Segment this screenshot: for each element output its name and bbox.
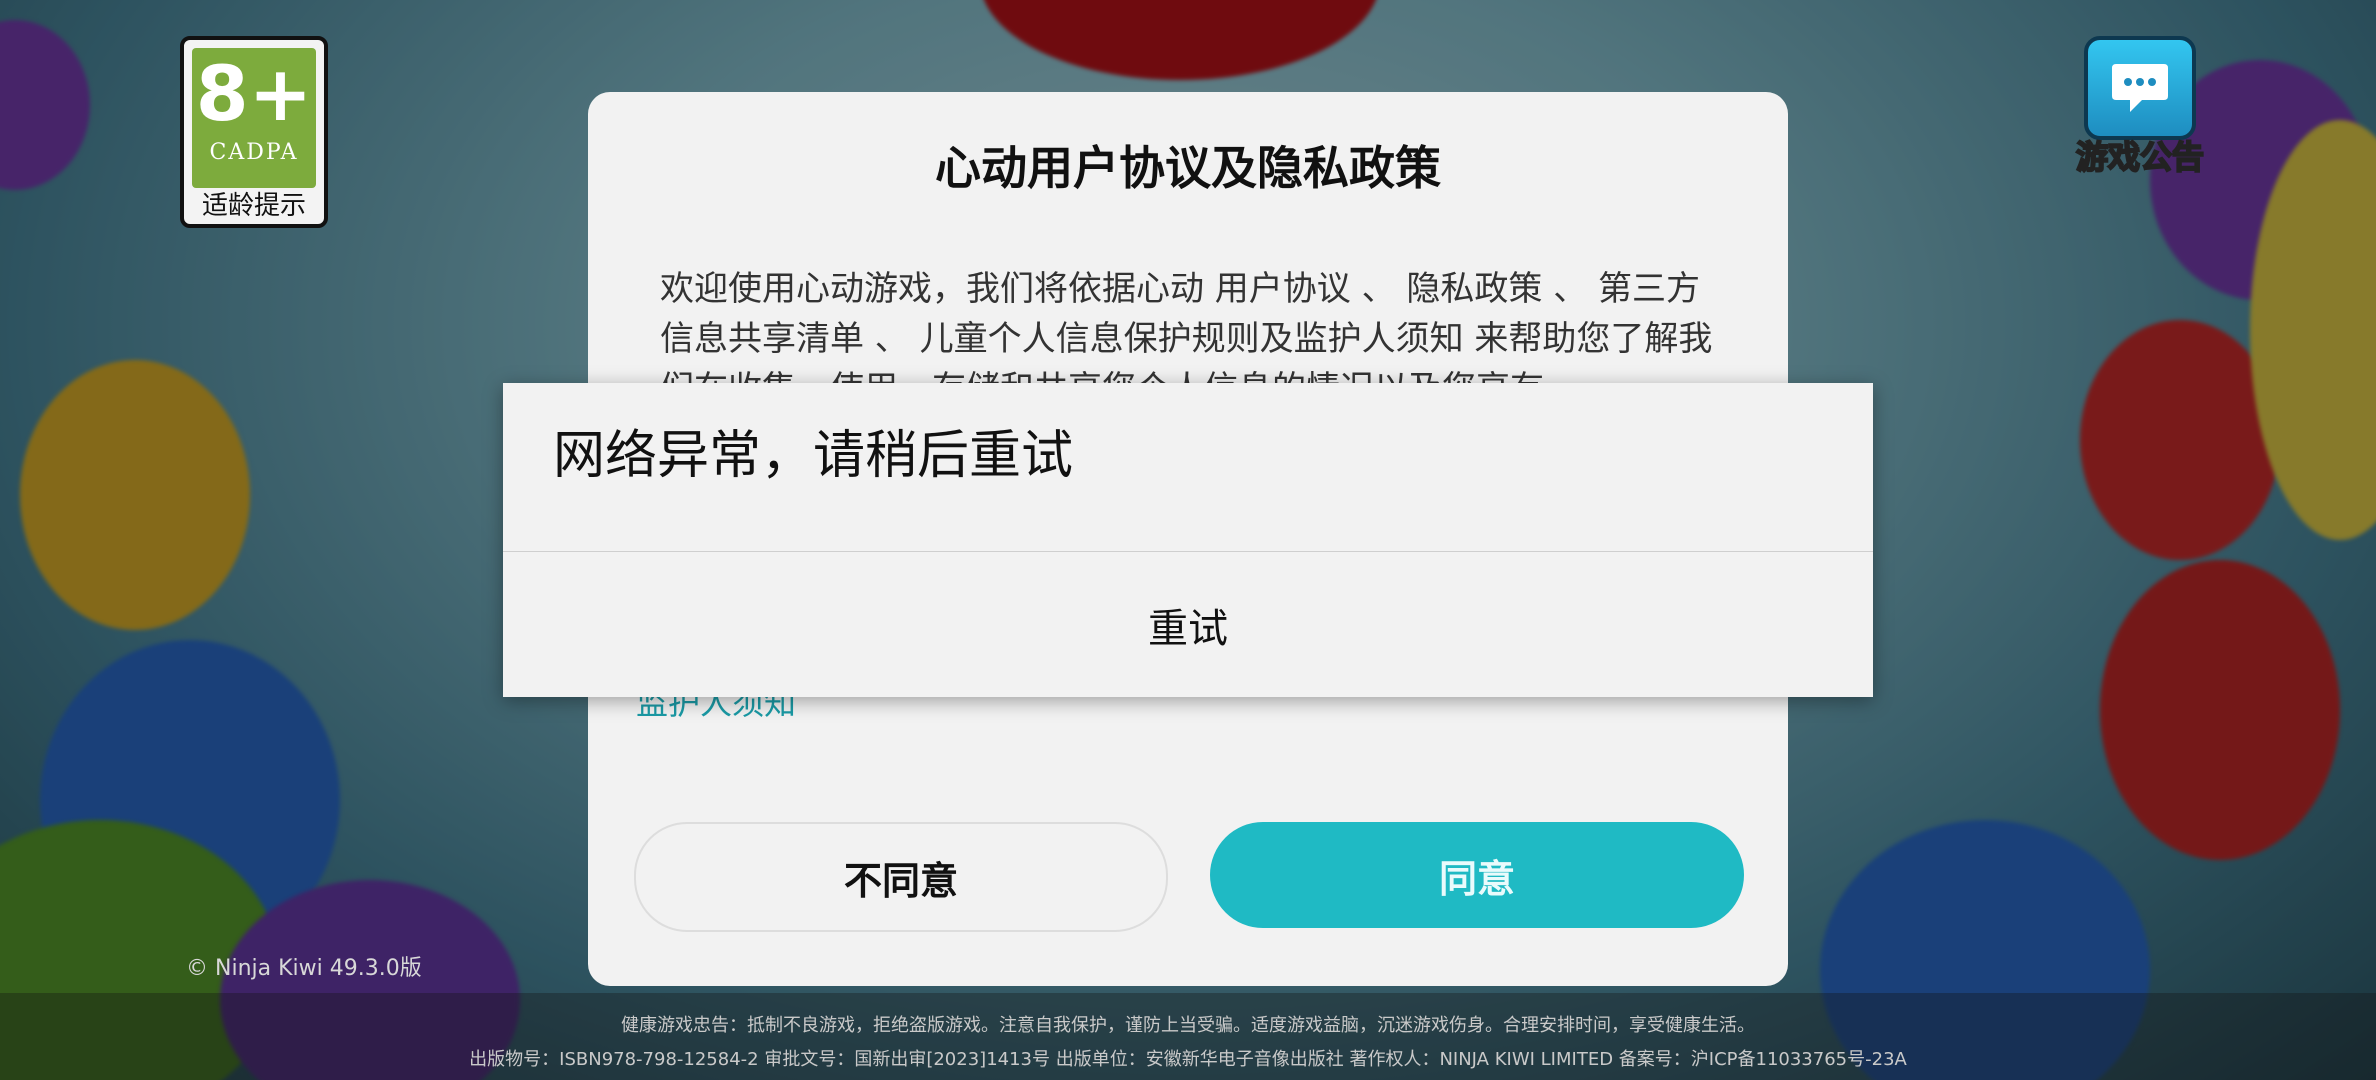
- announcement-button[interactable]: 游戏公告: [2070, 36, 2210, 186]
- chat-bubble-icon-graphic: [2112, 64, 2168, 112]
- copyright-text: © Ninja Kiwi 49.3.0版: [186, 956, 422, 981]
- age-rating-panel: 8+ CADPA: [192, 48, 316, 188]
- app-screen: 8+ CADPA 适龄提示 游戏公告 心动用户协议及隐私政策 欢迎使用心动游戏，…: [0, 0, 2376, 1080]
- disagree-button[interactable]: 不同意: [634, 822, 1168, 932]
- age-rating-value: 8+: [195, 49, 313, 138]
- error-message: 网络异常，请稍后重试: [553, 426, 1074, 486]
- network-error-modal: 网络异常，请稍后重试 重试: [503, 383, 1873, 697]
- agreement-title: 心动用户协议及隐私政策: [935, 141, 1441, 195]
- announcement-label: 游戏公告: [2075, 137, 2205, 177]
- age-rating-badge[interactable]: 8+ CADPA 适龄提示: [180, 36, 328, 228]
- age-rating-label: 适龄提示: [201, 191, 306, 221]
- publication-info: 出版物号：ISBN978-798-12584-2 审批文号：国新出审[2023]…: [469, 1049, 1907, 1070]
- age-rating-org: CADPA: [209, 140, 299, 165]
- health-notice: 健康游戏忠告：抵制不良游戏，拒绝盗版游戏。注意自我保护，谨防上当受骗。适度游戏益…: [621, 1015, 1755, 1036]
- retry-button[interactable]: 重试: [503, 552, 1873, 697]
- footer-notice: 健康游戏忠告：抵制不良游戏，拒绝盗版游戏。注意自我保护，谨防上当受骗。适度游戏益…: [0, 993, 2376, 1080]
- agree-button[interactable]: 同意: [1210, 822, 1744, 928]
- chat-bubble-icon: [2084, 36, 2196, 140]
